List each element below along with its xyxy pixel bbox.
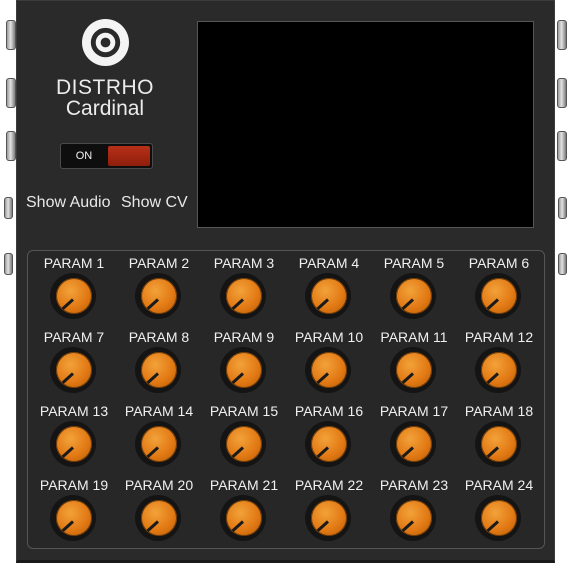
param-knob[interactable] xyxy=(390,273,436,319)
left-jack-4[interactable] xyxy=(4,197,13,219)
param-label: PARAM 23 xyxy=(379,477,449,493)
param-cell: PARAM 24 xyxy=(456,473,542,547)
param-grid: PARAM 1 PARAM 2 PARAM 3 PARAM 4 PARAM 5 … xyxy=(27,250,545,549)
toggle-switch-knob xyxy=(108,146,150,166)
product-name: Cardinal xyxy=(65,97,145,120)
param-knob[interactable] xyxy=(50,421,96,467)
param-knob[interactable] xyxy=(220,421,266,467)
param-cell: PARAM 5 xyxy=(371,251,457,325)
param-cell: PARAM 10 xyxy=(286,325,372,399)
param-cell: PARAM 2 xyxy=(116,251,202,325)
param-cell: PARAM 12 xyxy=(456,325,542,399)
param-cell: PARAM 13 xyxy=(31,399,117,473)
param-knob[interactable] xyxy=(50,495,96,541)
param-knob[interactable] xyxy=(220,495,266,541)
power-toggle[interactable]: ON xyxy=(60,143,153,169)
param-knob[interactable] xyxy=(475,273,521,319)
param-cell: PARAM 14 xyxy=(116,399,202,473)
param-label: PARAM 6 xyxy=(468,255,530,271)
param-label: PARAM 9 xyxy=(213,329,275,345)
left-jack-3[interactable] xyxy=(6,131,16,161)
param-cell: PARAM 22 xyxy=(286,473,372,547)
param-label: PARAM 7 xyxy=(43,329,105,345)
right-jack-3[interactable] xyxy=(557,131,567,161)
param-cell: PARAM 23 xyxy=(371,473,457,547)
param-label: PARAM 5 xyxy=(383,255,445,271)
display-screen xyxy=(197,21,534,228)
param-cell: PARAM 19 xyxy=(31,473,117,547)
param-knob[interactable] xyxy=(475,347,521,393)
param-label: PARAM 17 xyxy=(379,403,449,419)
param-cell: PARAM 9 xyxy=(201,325,287,399)
param-knob[interactable] xyxy=(220,347,266,393)
param-knob[interactable] xyxy=(50,347,96,393)
param-label: PARAM 3 xyxy=(213,255,275,271)
param-label: PARAM 19 xyxy=(39,477,109,493)
right-jack-1[interactable] xyxy=(557,20,567,50)
param-cell: PARAM 3 xyxy=(201,251,287,325)
param-label: PARAM 21 xyxy=(209,477,279,493)
left-jack-2[interactable] xyxy=(6,78,16,108)
param-cell: PARAM 17 xyxy=(371,399,457,473)
param-cell: PARAM 4 xyxy=(286,251,372,325)
param-knob[interactable] xyxy=(390,421,436,467)
param-knob[interactable] xyxy=(305,495,351,541)
toggle-on-label: ON xyxy=(75,150,93,162)
right-jack-5[interactable] xyxy=(558,253,567,275)
param-knob[interactable] xyxy=(135,495,181,541)
param-cell: PARAM 7 xyxy=(31,325,117,399)
param-cell: PARAM 21 xyxy=(201,473,287,547)
param-knob[interactable] xyxy=(475,495,521,541)
param-label: PARAM 10 xyxy=(294,329,364,345)
param-label: PARAM 16 xyxy=(294,403,364,419)
param-label: PARAM 18 xyxy=(464,403,534,419)
right-jack-4[interactable] xyxy=(558,197,567,219)
param-knob[interactable] xyxy=(135,347,181,393)
param-label: PARAM 1 xyxy=(43,255,105,271)
param-cell: PARAM 6 xyxy=(456,251,542,325)
param-label: PARAM 15 xyxy=(209,403,279,419)
param-knob[interactable] xyxy=(50,273,96,319)
param-cell: PARAM 16 xyxy=(286,399,372,473)
param-cell: PARAM 15 xyxy=(201,399,287,473)
param-cell: PARAM 8 xyxy=(116,325,202,399)
param-label: PARAM 13 xyxy=(39,403,109,419)
param-knob[interactable] xyxy=(220,273,266,319)
right-jack-2[interactable] xyxy=(557,78,567,108)
param-label: PARAM 20 xyxy=(124,477,194,493)
param-label: PARAM 14 xyxy=(124,403,194,419)
left-jack-5[interactable] xyxy=(4,253,13,275)
param-knob[interactable] xyxy=(135,421,181,467)
param-label: PARAM 12 xyxy=(464,329,534,345)
param-cell: PARAM 1 xyxy=(31,251,117,325)
param-label: PARAM 24 xyxy=(464,477,534,493)
param-knob[interactable] xyxy=(390,495,436,541)
param-knob[interactable] xyxy=(390,347,436,393)
param-label: PARAM 4 xyxy=(298,255,360,271)
param-knob[interactable] xyxy=(135,273,181,319)
param-label: PARAM 22 xyxy=(294,477,364,493)
param-knob[interactable] xyxy=(305,421,351,467)
distrho-logo-icon xyxy=(82,19,129,66)
show-cv-button[interactable]: Show CV xyxy=(121,194,188,212)
left-jack-1[interactable] xyxy=(6,20,16,50)
param-cell: PARAM 18 xyxy=(456,399,542,473)
param-cell: PARAM 11 xyxy=(371,325,457,399)
show-audio-button[interactable]: Show Audio xyxy=(26,194,111,212)
param-knob[interactable] xyxy=(475,421,521,467)
param-label: PARAM 11 xyxy=(380,329,448,345)
param-knob[interactable] xyxy=(305,273,351,319)
param-label: PARAM 8 xyxy=(128,329,190,345)
param-cell: PARAM 20 xyxy=(116,473,202,547)
param-label: PARAM 2 xyxy=(128,255,190,271)
brand-name: DISTRHO xyxy=(56,76,154,99)
param-knob[interactable] xyxy=(305,347,351,393)
